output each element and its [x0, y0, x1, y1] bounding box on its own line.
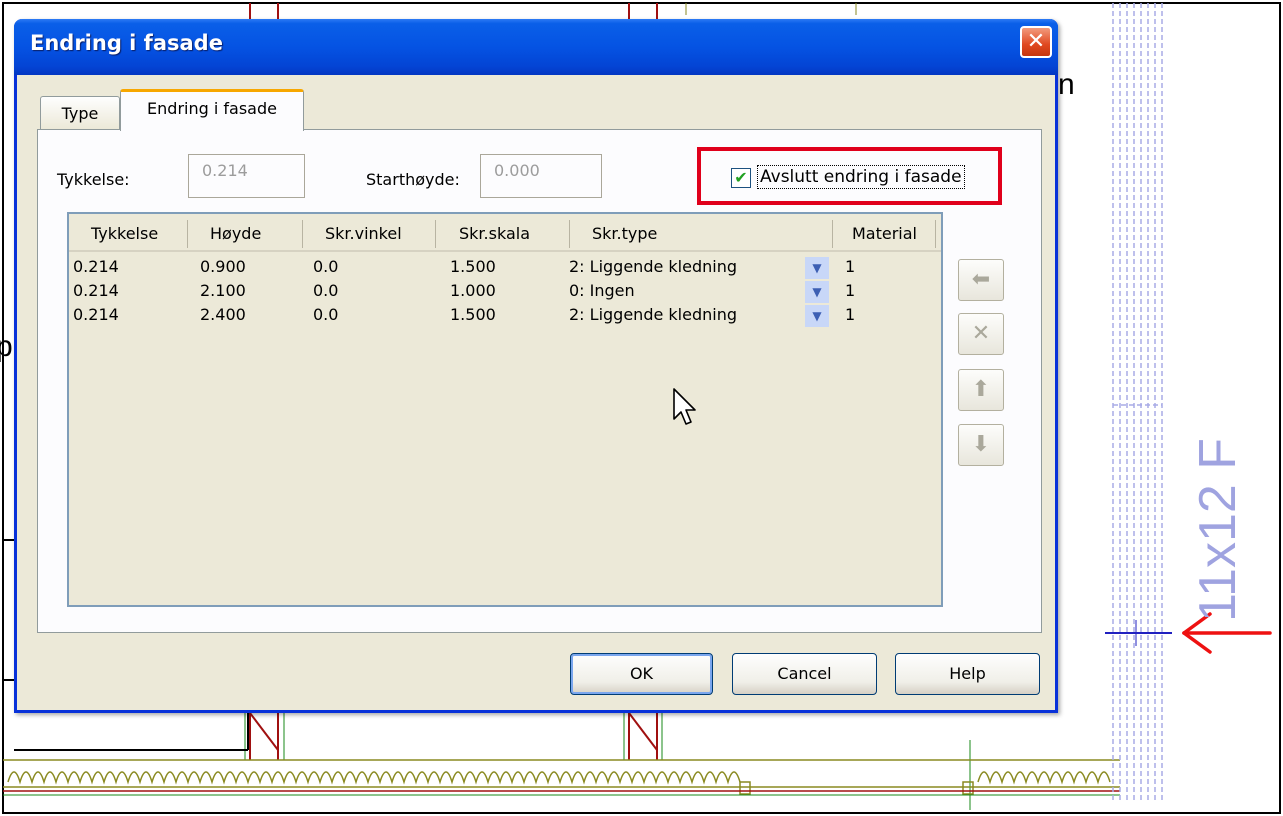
- tab-endring-i-fasade[interactable]: Endring i fasade: [120, 89, 304, 131]
- move-up-button[interactable]: ⬆: [958, 369, 1004, 411]
- column-header-skr-type[interactable]: Skr.type: [592, 220, 657, 248]
- avslutt-endring-label[interactable]: Avslutt endring i fasade: [757, 165, 965, 189]
- cancel-button[interactable]: Cancel: [732, 653, 877, 695]
- move-left-button[interactable]: ⬅: [958, 259, 1004, 301]
- starthoyde-label: Starthøyde:: [366, 170, 460, 189]
- column-header-skr-vinkel[interactable]: Skr.vinkel: [325, 220, 402, 248]
- ok-button[interactable]: OK: [570, 653, 713, 695]
- close-button[interactable]: ✕: [1020, 26, 1052, 58]
- cell-skr-vinkel: 0.0: [313, 257, 339, 276]
- starthoyde-field[interactable]: 0.000: [480, 154, 602, 198]
- cell-skr-type: 2: Liggende kledning: [569, 257, 737, 276]
- drawing-dimension-label: 11x12 F: [1189, 437, 1247, 623]
- column-header-material[interactable]: Material: [852, 220, 917, 248]
- cell-hoyde: 0.900: [200, 257, 246, 276]
- cell-material: 1: [845, 305, 856, 324]
- arrow-up-icon: ⬆: [971, 377, 991, 402]
- cell-skr-skala: 1.000: [450, 281, 496, 300]
- chevron-down-icon[interactable]: ▼: [805, 305, 829, 327]
- table-row[interactable]: 0.214 2.100 0.0 1.000 0: Ingen ▼ 1: [69, 279, 941, 303]
- cell-hoyde: 2.400: [200, 305, 246, 324]
- move-down-button[interactable]: ⬇: [958, 424, 1004, 466]
- table-row[interactable]: 0.214 2.400 0.0 1.500 2: Liggende kledni…: [69, 303, 941, 327]
- help-button[interactable]: Help: [895, 653, 1040, 695]
- mouse-cursor-icon: [673, 388, 696, 425]
- column-header-skr-skala[interactable]: Skr.skala: [459, 220, 530, 248]
- delete-icon: ✕: [971, 321, 991, 346]
- cell-material: 1: [845, 257, 856, 276]
- cell-skr-vinkel: 0.0: [313, 305, 339, 324]
- checkmark-icon: ✔: [734, 168, 748, 187]
- cell-tykkelse: 0.214: [73, 281, 119, 300]
- tab-type[interactable]: Type: [40, 96, 120, 129]
- endring-i-fasade-dialog: Endring i fasade ✕ Type Endring i fasade…: [14, 19, 1058, 713]
- chevron-down-icon[interactable]: ▼: [805, 281, 829, 303]
- cell-material: 1: [845, 281, 856, 300]
- tykkelse-field[interactable]: 0.214: [188, 154, 305, 198]
- cell-skr-skala: 1.500: [450, 305, 496, 324]
- cell-tykkelse: 0.214: [73, 257, 119, 276]
- cell-tykkelse: 0.214: [73, 305, 119, 324]
- dialog-title: Endring i fasade: [30, 31, 223, 55]
- avslutt-endring-checkbox[interactable]: ✔: [731, 168, 751, 188]
- column-header-tykkelse[interactable]: Tykkelse: [91, 220, 158, 248]
- table-row[interactable]: 0.214 0.900 0.0 1.500 2: Liggende kledni…: [69, 255, 941, 279]
- cell-skr-skala: 1.500: [450, 257, 496, 276]
- drawing-text-fragment: p: [0, 330, 13, 363]
- arrow-left-icon: ⬅: [971, 267, 991, 292]
- delete-row-button[interactable]: ✕: [958, 313, 1004, 355]
- drawing-text-fragment: n: [1058, 68, 1075, 101]
- cell-skr-type: 0: Ingen: [569, 281, 635, 300]
- cell-skr-type: 2: Liggende kledning: [569, 305, 737, 324]
- tykkelse-label: Tykkelse:: [57, 170, 130, 189]
- arrow-down-icon: ⬇: [971, 432, 991, 457]
- column-header-hoyde[interactable]: Høyde: [210, 220, 261, 248]
- close-icon: ✕: [1026, 29, 1046, 54]
- cell-skr-vinkel: 0.0: [313, 281, 339, 300]
- cell-hoyde: 2.100: [200, 281, 246, 300]
- facade-layers-grid: Tykkelse Høyde Skr.vinkel Skr.skala Skr.…: [67, 212, 943, 607]
- dialog-titlebar[interactable]: Endring i fasade ✕: [14, 19, 1058, 75]
- chevron-down-icon[interactable]: ▼: [805, 257, 829, 279]
